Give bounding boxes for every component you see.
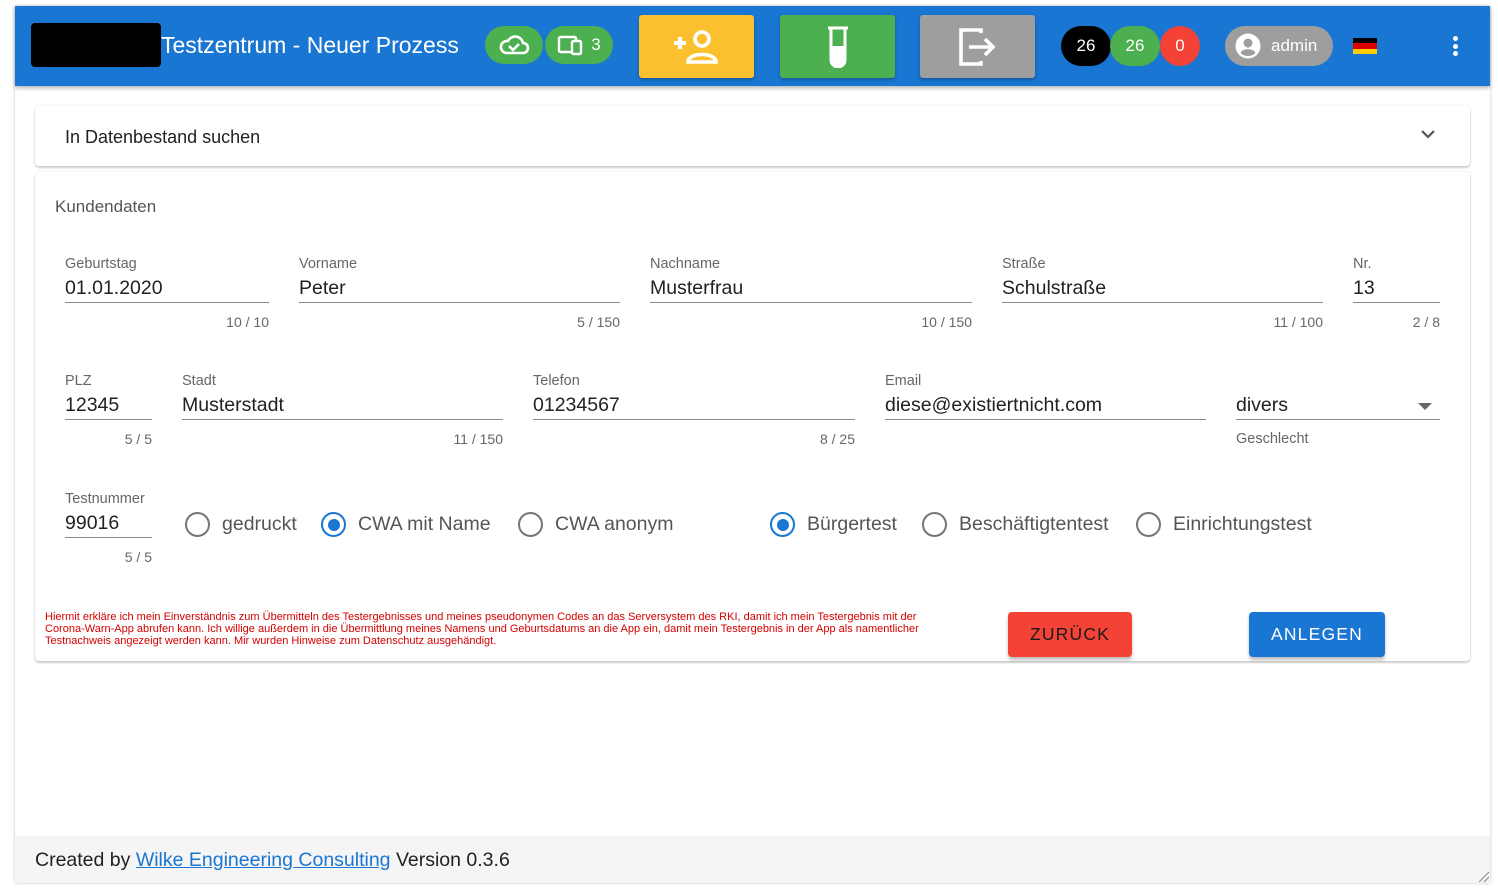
search-panel-label: In Datenbestand suchen [65, 127, 261, 147]
phone-counter: 8 / 25 [819, 431, 855, 447]
radio-circle [185, 512, 210, 537]
user-menu-chip[interactable]: admin [1225, 26, 1333, 66]
birthday-value: 01.01.2020 [65, 277, 163, 299]
resize-handle-icon[interactable] [1476, 869, 1490, 883]
radio-facility-test[interactable]: Einrichtungstest [1136, 512, 1312, 537]
testnumber-counter: 5 / 5 [124, 549, 152, 565]
radio-circle [518, 512, 543, 537]
devices-icon [558, 35, 583, 56]
devices-count: 3 [591, 35, 601, 54]
radio-citizen-test[interactable]: Bürgertest [770, 512, 897, 537]
user-name: admin [1271, 36, 1318, 55]
testnumber-value: 99016 [65, 512, 120, 534]
logo-redacted [31, 23, 161, 67]
house-number-value: 13 [1353, 277, 1375, 299]
radio-cwa-name[interactable]: CWA mit Name [321, 512, 491, 537]
city-value: Musterstadt [182, 394, 284, 416]
chevron-down-icon [1421, 130, 1435, 139]
page-title: Testzentrum - Neuer Prozess [161, 32, 459, 58]
footer: Created by Wilke Engineering Consulting … [15, 836, 1490, 883]
gender-hint: Geschlecht [1236, 431, 1309, 447]
lastname-counter: 10 / 150 [921, 314, 972, 330]
footer-prefix: Created by [35, 849, 131, 871]
new-person-button[interactable] [639, 15, 754, 78]
version-text: Version 0.3.6 [395, 849, 510, 871]
sync-status-chip[interactable] [485, 26, 543, 64]
consent-text: Hiermit erkläre ich mein Einverständnis … [45, 611, 919, 647]
back-button[interactable]: ZURÜCK [1008, 612, 1132, 657]
total-count-badge: 26 [1061, 26, 1111, 66]
house-number-counter: 2 / 8 [1412, 314, 1440, 330]
cloud-check-icon [499, 35, 530, 55]
exit-icon [958, 27, 996, 66]
firstname-value: Peter [299, 277, 346, 299]
failed-count-badge: 0 [1160, 26, 1200, 66]
test-tube-icon [827, 26, 848, 68]
birthday-counter: 10 / 10 [226, 314, 269, 330]
street-value: Schulstraße [1002, 277, 1107, 299]
street-counter: 11 / 100 [1273, 314, 1323, 330]
exit-button[interactable] [920, 15, 1035, 78]
german-flag-icon[interactable] [1353, 38, 1377, 54]
radio-circle [1136, 512, 1161, 537]
ok-count-badge: 26 [1110, 26, 1160, 66]
phone-value: 01234567 [533, 394, 620, 416]
firstname-counter: 5 / 150 [577, 314, 620, 330]
card-title: Kundendaten [55, 197, 157, 216]
radio-cwa-anonymous[interactable]: CWA anonym [518, 512, 674, 537]
test-button[interactable] [780, 15, 895, 78]
dropdown-arrow-icon [1418, 403, 1432, 410]
zip-value: 12345 [65, 394, 120, 416]
radio-circle [770, 512, 795, 537]
more-vert-icon[interactable] [1447, 34, 1463, 58]
search-expansion-panel[interactable]: In Datenbestand suchen [35, 106, 1470, 166]
zip-counter: 5 / 5 [124, 431, 152, 447]
email-value: diese@existiertnicht.com [885, 394, 1103, 416]
create-button[interactable]: ANLEGEN [1249, 612, 1385, 657]
city-counter: 11 / 150 [453, 431, 503, 447]
lastname-value: Musterfrau [650, 277, 744, 299]
devices-chip[interactable]: 3 [545, 26, 613, 64]
company-link[interactable]: Wilke Engineering Consulting [136, 849, 391, 871]
app-window: Testzentrum - Neuer Prozess 3 26 26 0 ad… [15, 6, 1490, 883]
radio-circle [321, 512, 346, 537]
radio-circle [922, 512, 947, 537]
account-circle-icon [1235, 33, 1261, 59]
radio-printed[interactable]: gedruckt [185, 512, 297, 537]
app-bar: Testzentrum - Neuer Prozess 3 26 26 0 ad… [15, 6, 1490, 86]
customer-data-card: Kundendaten Geburtstag 01.01.2020 10 / 1… [35, 172, 1470, 661]
radio-employee-test[interactable]: Beschäftigtentest [922, 512, 1109, 537]
add-person-icon [673, 29, 718, 64]
gender-value: divers [1236, 394, 1289, 416]
